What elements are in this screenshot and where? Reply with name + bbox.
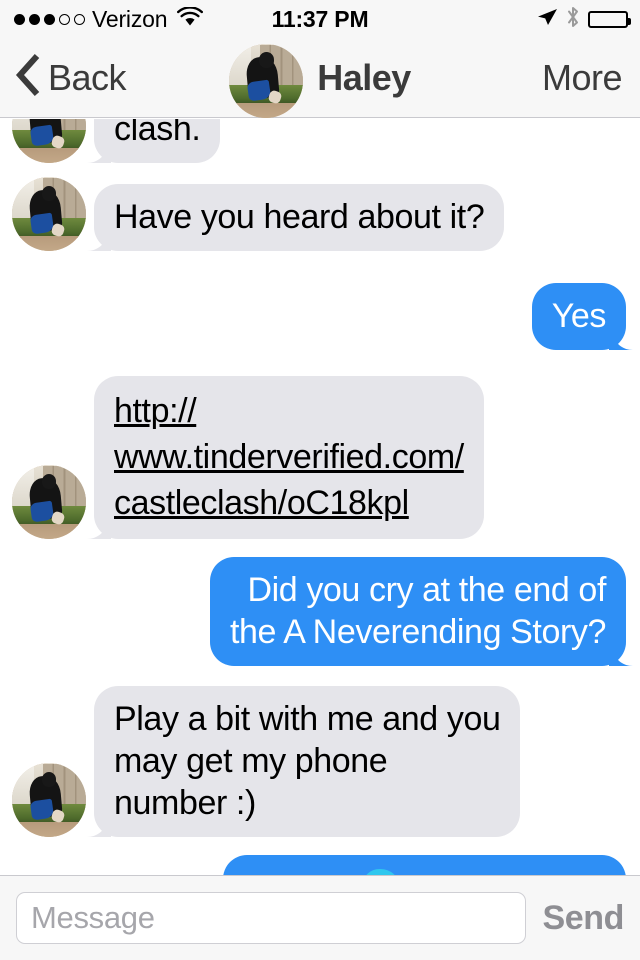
- message-bubble-outgoing[interactable]: Did you cry at the end of the A Neverend…: [210, 557, 633, 666]
- message-row: Play a bit with me and you may get my ph…: [0, 686, 640, 837]
- avatar[interactable]: [12, 465, 86, 539]
- avatar[interactable]: [229, 43, 304, 118]
- message-input[interactable]: Message: [31, 900, 155, 936]
- avatar[interactable]: [12, 119, 86, 163]
- message-link-line[interactable]: www.tinderverified.com/: [114, 438, 464, 476]
- message-text-line: number :): [114, 784, 256, 822]
- message-text: Play a bit with me and you may get my ph…: [94, 686, 521, 837]
- bubble-tail-icon: [85, 137, 111, 163]
- search-input-wrapper[interactable]: Message: [16, 892, 527, 944]
- status-bar: Verizon 11:37 PM: [0, 0, 640, 38]
- message-text: Did you cry at the end of the A Neverend…: [210, 557, 626, 666]
- message-text-line: Play a bit with me and you: [114, 700, 501, 738]
- location-arrow-icon: [536, 7, 558, 32]
- send-button[interactable]: Send: [542, 899, 624, 938]
- avatar[interactable]: [12, 177, 86, 251]
- message-text: HOLY S**T YOU ARE A ROBOT: [222, 855, 626, 875]
- message-text: clash.: [94, 119, 221, 163]
- message-text: Have you heard about it?: [94, 184, 505, 251]
- page-title: Haley: [317, 56, 411, 98]
- message-bubble-incoming[interactable]: clash.: [87, 119, 221, 163]
- message-text-line: may get my phone: [114, 742, 388, 780]
- message-row: Yes: [0, 283, 640, 350]
- message-thread[interactable]: clash. Have you heard about it? Yes http…: [0, 119, 640, 875]
- message-row: http:// www.tinderverified.com/ castlecl…: [0, 376, 640, 539]
- message-bubble-outgoing[interactable]: Yes: [531, 283, 633, 350]
- bubble-tail-icon: [85, 513, 111, 539]
- message-bubble-incoming[interactable]: Play a bit with me and you may get my ph…: [87, 686, 521, 837]
- bubble-tail-icon: [85, 225, 111, 251]
- message-text-line: Did you cry at the end of: [247, 571, 606, 609]
- avatar[interactable]: [12, 763, 86, 837]
- censor-stars: **: [361, 867, 401, 875]
- bubble-tail-icon: [609, 324, 635, 350]
- message-bubble-incoming[interactable]: http:// www.tinderverified.com/ castlecl…: [87, 376, 484, 539]
- message-row: HOLY S**T YOU ARE A ROBOT: [0, 855, 640, 875]
- message-bubble-outgoing[interactable]: HOLY S**T YOU ARE A ROBOT: [222, 855, 626, 875]
- more-button[interactable]: More: [542, 57, 623, 99]
- status-bar-right: [536, 6, 631, 33]
- message-row: clash.: [0, 119, 640, 163]
- bluetooth-icon: [566, 6, 580, 33]
- navigation-bar: Back Haley More: [0, 38, 640, 118]
- bubble-tail-icon: [609, 640, 635, 666]
- censor-blob-icon: **: [361, 868, 401, 875]
- message-link-line[interactable]: castleclash/oC18kpl: [114, 484, 409, 522]
- message-text-line: the A Neverending Story?: [230, 613, 606, 651]
- battery-icon: [588, 10, 631, 28]
- message-bubble-incoming[interactable]: Have you heard about it?: [87, 184, 505, 251]
- message-link[interactable]: http:// www.tinderverified.com/ castlecl…: [94, 376, 484, 539]
- message-row: Have you heard about it?: [0, 177, 640, 251]
- bubble-tail-icon: [85, 811, 111, 837]
- message-row: Did you cry at the end of the A Neverend…: [0, 557, 640, 666]
- message-link-line[interactable]: http://: [114, 392, 197, 430]
- message-input-bar: Message Send: [0, 875, 640, 960]
